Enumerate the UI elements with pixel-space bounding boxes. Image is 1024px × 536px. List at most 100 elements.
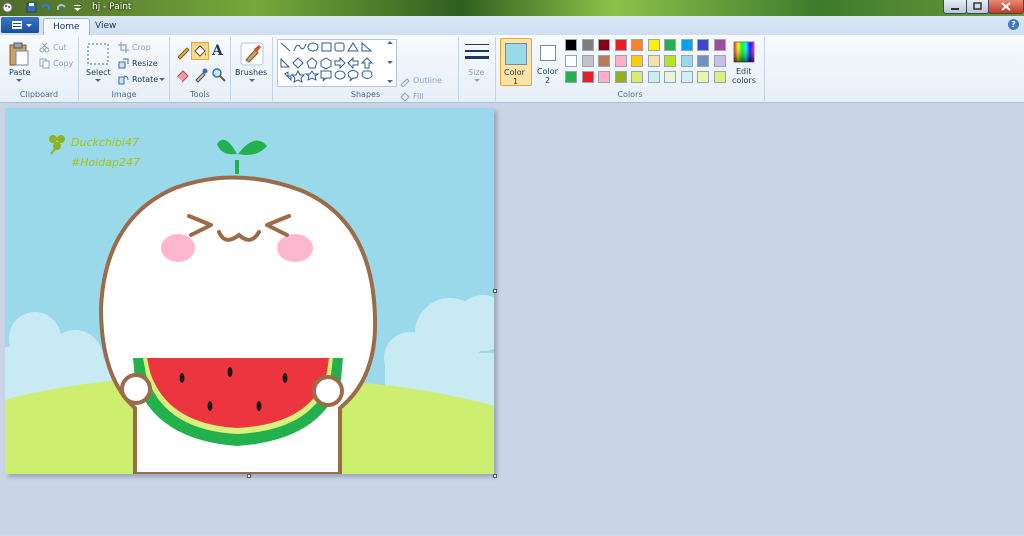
copy-button[interactable]: Copy [53, 59, 73, 68]
palette-swatch[interactable] [697, 55, 709, 67]
palette-swatch[interactable] [713, 71, 726, 83]
crop-button[interactable]: Crop [132, 43, 151, 52]
shapes-gallery[interactable] [277, 39, 397, 87]
right-cheek [277, 234, 313, 262]
paste-icon[interactable] [8, 41, 30, 67]
tab-home[interactable]: Home [43, 18, 90, 36]
color2-button[interactable]: Color 2 [534, 38, 562, 86]
size-button[interactable]: Size [468, 68, 484, 77]
title-bar: hj - Paint [0, 0, 1024, 16]
palette-swatch[interactable] [581, 39, 594, 51]
palette-swatch[interactable] [680, 55, 693, 67]
brush-icon[interactable] [239, 41, 265, 67]
palette-swatch[interactable] [598, 71, 610, 83]
edit-colors-label[interactable]: Edit [736, 67, 752, 76]
palette-swatch[interactable] [680, 71, 693, 83]
palette-swatch[interactable] [631, 55, 643, 67]
palette-swatch[interactable] [647, 71, 660, 83]
edit-colors-icon[interactable] [733, 41, 755, 63]
palette-swatch[interactable] [664, 39, 676, 51]
menu-icon [12, 21, 32, 29]
shapes-gallery-icons [280, 41, 374, 83]
resize-handle-right[interactable] [493, 289, 497, 293]
fill-icon [400, 92, 410, 102]
palette-swatch[interactable] [565, 71, 577, 83]
palette-swatch[interactable] [614, 55, 627, 67]
edit-colors-label-2[interactable]: colors [732, 76, 756, 85]
shapes-scroll-icon[interactable] [387, 40, 393, 85]
size-group: Size [459, 37, 496, 101]
palette-swatch[interactable] [631, 71, 643, 83]
help-icon[interactable]: ? [1008, 19, 1019, 30]
image-group-label: Image [111, 90, 137, 99]
palette-swatch[interactable] [581, 55, 594, 67]
crop-icon [118, 42, 129, 53]
palette-swatch[interactable] [713, 55, 726, 67]
color1-button[interactable]: Color 1 [500, 38, 532, 86]
shapes-group-label: Shapes [350, 90, 381, 99]
palette-swatch[interactable] [664, 71, 676, 83]
resize-button[interactable]: Resize [132, 59, 158, 68]
ribbon: Paste Cut Copy Clipboard Select Crop Res… [0, 35, 1024, 103]
palette-swatch[interactable] [647, 39, 660, 51]
eraser-icon[interactable] [175, 67, 191, 83]
tools-group-label: Tools [190, 90, 210, 99]
restore-icon [973, 2, 982, 10]
palette-swatch[interactable] [631, 39, 643, 51]
palette-swatch[interactable] [664, 55, 676, 67]
palette-swatch[interactable] [614, 71, 627, 83]
palette-swatch[interactable] [697, 39, 709, 51]
resize-handle-bottom[interactable] [247, 474, 251, 478]
close-button[interactable] [988, 0, 1024, 14]
magnifier-icon[interactable] [211, 67, 227, 83]
color1-swatch [505, 43, 527, 65]
clipboard-group: Paste Cut Copy Clipboard [0, 37, 79, 101]
select-dropdown-icon[interactable] [95, 79, 101, 83]
paste-button[interactable]: Paste [9, 68, 31, 77]
paste-dropdown-icon[interactable] [16, 79, 22, 83]
brushes-button[interactable]: Brushes [235, 68, 267, 77]
color-picker-icon[interactable] [193, 67, 209, 83]
pencil-icon[interactable] [175, 44, 191, 60]
rotate-icon [118, 75, 129, 85]
redo-icon[interactable] [56, 2, 67, 13]
outline-button[interactable]: Outline [413, 76, 442, 85]
brushes-dropdown-icon[interactable] [249, 79, 255, 83]
rotate-button[interactable]: Rotate [132, 75, 158, 84]
outline-icon [400, 78, 410, 87]
fill-button[interactable]: Fill [413, 92, 424, 101]
undo-icon[interactable] [40, 2, 51, 13]
palette-swatch[interactable] [697, 71, 709, 83]
rotate-dropdown-icon[interactable] [159, 78, 165, 82]
colors-group: Color 1 Color 2 Edit colors Colors [496, 37, 765, 101]
maximize-button[interactable] [966, 0, 989, 14]
text-icon[interactable]: A [212, 43, 223, 59]
palette-swatch[interactable] [614, 39, 627, 51]
palette-swatch[interactable] [565, 55, 577, 67]
left-hand [120, 373, 152, 405]
canvas-artwork: Duckchibi47 #Hoidap247 [5, 108, 494, 474]
drawing-canvas[interactable]: Duckchibi47 #Hoidap247 [5, 108, 494, 474]
fill-bucket-icon[interactable] [192, 44, 208, 60]
palette-swatch[interactable] [647, 55, 660, 67]
size-icon[interactable] [465, 41, 489, 63]
customize-quick-access-icon[interactable] [72, 2, 83, 13]
cut-button[interactable]: Cut [53, 43, 67, 52]
close-icon [1001, 2, 1011, 11]
size-dropdown-icon[interactable] [474, 79, 480, 83]
palette-swatch[interactable] [598, 39, 610, 51]
save-icon[interactable] [26, 2, 37, 13]
palette-swatch[interactable] [598, 55, 610, 67]
palette-swatch[interactable] [713, 39, 726, 51]
select-button[interactable]: Select [86, 68, 111, 77]
workspace: Duckchibi47 #Hoidap247 [0, 103, 1024, 534]
tab-view[interactable]: View [86, 18, 125, 35]
paint-menu-button[interactable] [1, 17, 39, 33]
palette-swatch[interactable] [565, 39, 577, 51]
image-group: Select Crop Resize Rotate Image [79, 37, 170, 101]
minimize-button[interactable] [943, 0, 967, 14]
select-icon[interactable] [87, 43, 109, 65]
palette-swatch[interactable] [680, 39, 693, 51]
palette-swatch[interactable] [581, 71, 594, 83]
resize-handle-corner[interactable] [493, 474, 497, 478]
